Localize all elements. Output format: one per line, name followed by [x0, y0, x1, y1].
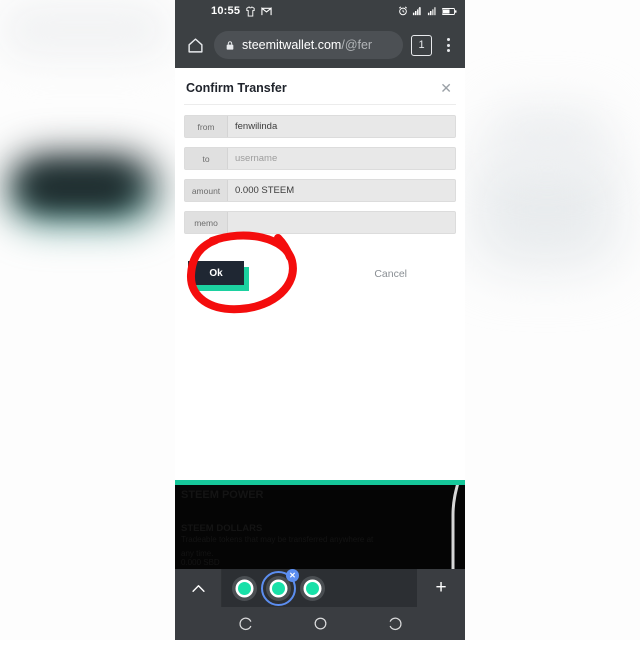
field-amount-value[interactable]: 0.000 STEEM — [228, 180, 455, 201]
nav-recents-icon[interactable] — [381, 611, 407, 637]
ok-button[interactable]: Ok — [188, 261, 244, 285]
tab-strip: ✕ + — [175, 568, 465, 607]
browser-toolbar: steemitwallet.com/@fer 1 — [175, 22, 465, 68]
chevron-up-icon[interactable] — [175, 569, 222, 607]
tab-switcher-panel: STEEM POWER STEEM DOLLARS Tradeable toke… — [175, 480, 465, 640]
close-icon[interactable]: ✕ — [438, 81, 454, 95]
status-bar-right: 4 — [398, 6, 457, 16]
ghost-text-line: 0.000 SBD — [181, 558, 220, 567]
field-from-label: from — [185, 116, 228, 137]
menu-dot — [446, 38, 450, 41]
shirt-icon — [245, 5, 256, 17]
field-memo-input[interactable] — [228, 212, 455, 233]
android-status-bar: 10:55 4 — [175, 0, 465, 22]
ok-button-wrap: Ok — [188, 261, 249, 291]
confirm-transfer-dialog: Confirm Transfer ✕ from fenwilinda to us… — [175, 68, 465, 314]
nav-back-icon[interactable] — [233, 611, 259, 637]
tab-list: ✕ — [222, 568, 417, 607]
menu-dot — [446, 49, 450, 52]
backdrop-blur-left-core — [22, 168, 134, 208]
dialog-title: Confirm Transfer — [186, 81, 287, 95]
home-icon[interactable] — [184, 34, 206, 56]
tab-count-button[interactable]: 1 — [411, 34, 432, 56]
gmail-m-icon — [261, 6, 272, 17]
phone-screenshot: 10:55 4 steemitwallet.com/@fer 1 Confirm… — [175, 0, 465, 662]
overflow-menu-icon[interactable] — [440, 38, 456, 52]
field-from-value[interactable]: fenwilinda — [228, 116, 455, 137]
svg-text:4: 4 — [418, 6, 420, 10]
battery-icon — [441, 7, 457, 16]
lock-icon — [225, 40, 235, 51]
new-tab-button[interactable]: + — [417, 569, 465, 607]
ghost-text-line: STEEM DOLLARS — [181, 523, 263, 534]
close-icon[interactable]: ✕ — [286, 568, 299, 582]
field-memo-label: memo — [185, 212, 228, 233]
dark-page-preview: STEEM POWER STEEM DOLLARS Tradeable toke… — [175, 485, 465, 569]
field-to[interactable]: to username — [184, 147, 456, 170]
scroll-curve-handle[interactable] — [447, 485, 465, 569]
field-amount-label: amount — [185, 180, 228, 201]
menu-dot — [446, 43, 450, 47]
nav-home-icon[interactable] — [307, 611, 333, 637]
browser-tab-1[interactable] — [232, 575, 257, 601]
field-to-label: to — [185, 148, 228, 169]
ghost-text-line: STEEM POWER — [181, 489, 264, 501]
backdrop-blur-top — [0, 0, 170, 60]
tab-favicon — [272, 581, 285, 595]
dialog-actions: Ok Cancel — [184, 231, 456, 314]
field-from[interactable]: from fenwilinda — [184, 115, 456, 138]
browser-tab-2[interactable]: ✕ — [261, 568, 299, 606]
ghost-text-line: any time. — [181, 549, 214, 558]
field-amount[interactable]: amount 0.000 STEEM — [184, 179, 456, 202]
dialog-header: Confirm Transfer ✕ — [184, 68, 456, 105]
ghost-text-line: Tradeable tokens that may be transferred… — [181, 535, 374, 544]
tab-favicon — [238, 581, 251, 595]
url-bar[interactable]: steemitwallet.com/@fer — [214, 31, 403, 59]
android-nav-bar — [175, 607, 465, 640]
signal-1-icon: 4 — [412, 6, 423, 16]
signal-2-icon — [427, 6, 438, 16]
status-bar-left: 10:55 — [183, 5, 272, 17]
tab-favicon — [306, 581, 319, 595]
status-clock: 10:55 — [211, 5, 241, 17]
cancel-button[interactable]: Cancel — [374, 268, 452, 280]
url-path: /@fer — [341, 38, 373, 52]
field-to-input[interactable]: username — [228, 148, 455, 169]
url-text: steemitwallet.com/@fer — [242, 38, 372, 52]
field-memo[interactable]: memo — [184, 211, 456, 234]
url-domain: steemitwallet.com — [242, 38, 342, 52]
browser-tab-3[interactable] — [300, 575, 325, 601]
alarm-icon — [398, 6, 408, 16]
backdrop-blur-right-upper — [488, 108, 608, 168]
backdrop-blur-right — [470, 150, 620, 270]
